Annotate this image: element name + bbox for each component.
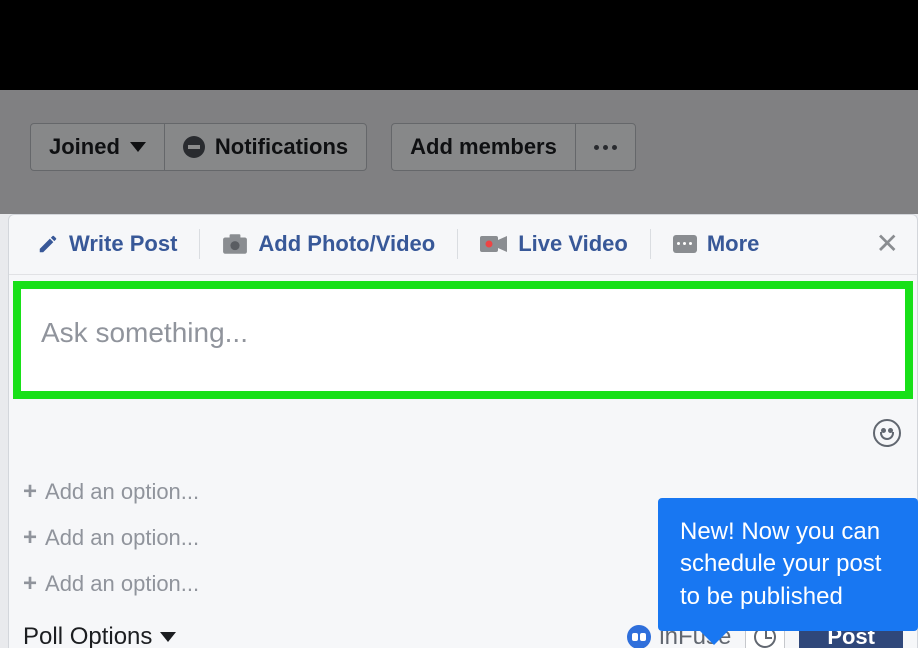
more-actions-button[interactable] [575, 123, 636, 171]
chevron-down-icon [160, 632, 176, 642]
tab-add-photo-video[interactable]: Add Photo/Video [222, 231, 435, 257]
tooltip-text: New! Now you can schedule your post to b… [680, 518, 881, 610]
tab-write-post[interactable]: Write Post [37, 231, 177, 257]
close-icon: ✕ [876, 228, 899, 259]
schedule-feature-tooltip: New! Now you can schedule your post to b… [658, 498, 918, 631]
tab-separator [650, 229, 651, 259]
poll-option-placeholder: Add an option... [45, 571, 199, 597]
tab-live-label: Live Video [518, 231, 628, 257]
tab-separator [199, 229, 200, 259]
tab-more-label: More [707, 231, 760, 257]
poll-option-placeholder: Add an option... [45, 479, 199, 505]
group-action-bar: Joined Notifications Add members [0, 90, 918, 214]
poll-options-label: Poll Options [23, 623, 152, 648]
notifications-label: Notifications [215, 134, 348, 160]
question-input[interactable]: Ask something... [41, 317, 885, 349]
more-icon [673, 235, 697, 253]
pencil-icon [37, 233, 59, 255]
tab-live-video[interactable]: Live Video [480, 231, 628, 257]
tab-separator [457, 229, 458, 259]
ellipsis-icon [594, 145, 617, 150]
emoji-picker-button[interactable] [873, 419, 901, 447]
plus-icon: + [23, 524, 37, 552]
poll-options-dropdown[interactable]: Poll Options [23, 623, 176, 648]
screenshot-stage: Joined Notifications Add members W [0, 0, 918, 648]
poll-option-placeholder: Add an option... [45, 525, 199, 551]
plus-icon: + [23, 570, 37, 598]
tab-more[interactable]: More [673, 231, 760, 257]
joined-label: Joined [49, 134, 120, 160]
question-input-highlight: Ask something... [13, 281, 913, 399]
tab-write-label: Write Post [69, 231, 177, 257]
camera-icon [222, 233, 248, 255]
add-members-label: Add members [410, 134, 557, 160]
notifications-off-icon [183, 136, 205, 158]
joined-dropdown-button[interactable]: Joined [30, 123, 164, 171]
notifications-button[interactable]: Notifications [164, 123, 367, 171]
chevron-down-icon [130, 142, 146, 152]
tab-photo-label: Add Photo/Video [258, 231, 435, 257]
tooltip-tail [700, 631, 728, 645]
composer-tabs: Write Post Add Photo/Video Live Video Mo… [9, 215, 917, 275]
close-composer-button[interactable]: ✕ [876, 227, 899, 260]
black-header-area [0, 0, 918, 90]
infuse-icon [627, 625, 651, 648]
video-camera-icon [480, 234, 508, 254]
plus-icon: + [23, 478, 37, 506]
add-members-button[interactable]: Add members [391, 123, 575, 171]
emoji-row [9, 405, 917, 469]
